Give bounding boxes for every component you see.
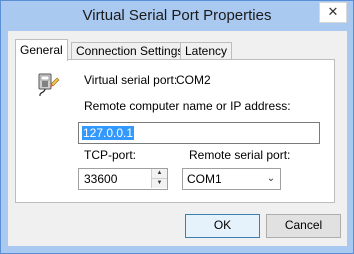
- title-bar[interactable]: Virtual Serial Port Properties ✕: [1, 1, 353, 31]
- dropdown-arrow-icon: ⌄: [266, 173, 276, 184]
- ok-button-label: OK: [213, 218, 232, 232]
- general-tab-panel: Virtual serial port: COM2 Remote compute…: [15, 59, 335, 203]
- tab-latency-label: Latency: [185, 44, 228, 58]
- tab-general[interactable]: General: [15, 39, 68, 61]
- tab-latency[interactable]: Latency: [180, 42, 233, 60]
- tab-connection-settings-label: Connection Settings: [76, 44, 184, 58]
- remote-serial-label: Remote serial port:: [189, 148, 291, 162]
- virtual-port-value: COM2: [176, 73, 211, 87]
- chevron-up-icon: ▲: [156, 170, 163, 176]
- ok-button[interactable]: OK: [185, 214, 260, 238]
- window-title: Virtual Serial Port Properties: [82, 7, 272, 24]
- dialog-client-area: General Connection Settings Latency Virt…: [8, 31, 347, 246]
- serial-port-device-icon: [38, 73, 60, 97]
- close-icon: ✕: [327, 4, 339, 19]
- tcp-port-input[interactable]: 33600 ▲ ▼: [78, 168, 168, 190]
- cancel-button[interactable]: Cancel: [266, 214, 341, 238]
- remote-host-value: 127.0.0.1: [82, 126, 135, 140]
- cancel-button-label: Cancel: [284, 218, 323, 232]
- remote-serial-value: COM1: [187, 172, 222, 186]
- spin-down-button[interactable]: ▼: [151, 179, 167, 188]
- remote-serial-select[interactable]: COM1 ⌄: [182, 168, 281, 190]
- tab-connection-settings[interactable]: Connection Settings: [71, 42, 189, 60]
- remote-host-label: Remote computer name or IP address:: [84, 99, 291, 113]
- virtual-port-label: Virtual serial port:: [84, 73, 178, 87]
- spin-up-button[interactable]: ▲: [151, 169, 167, 179]
- remote-host-input[interactable]: 127.0.0.1: [78, 122, 320, 144]
- tcp-port-value: 33600: [84, 172, 118, 186]
- chevron-down-icon: ▼: [156, 180, 163, 186]
- tab-general-label: General: [20, 43, 63, 57]
- close-button[interactable]: ✕: [319, 2, 347, 23]
- dialog-window: Virtual Serial Port Properties ✕ General…: [0, 0, 354, 254]
- tcp-port-label: TCP-port:: [84, 148, 137, 162]
